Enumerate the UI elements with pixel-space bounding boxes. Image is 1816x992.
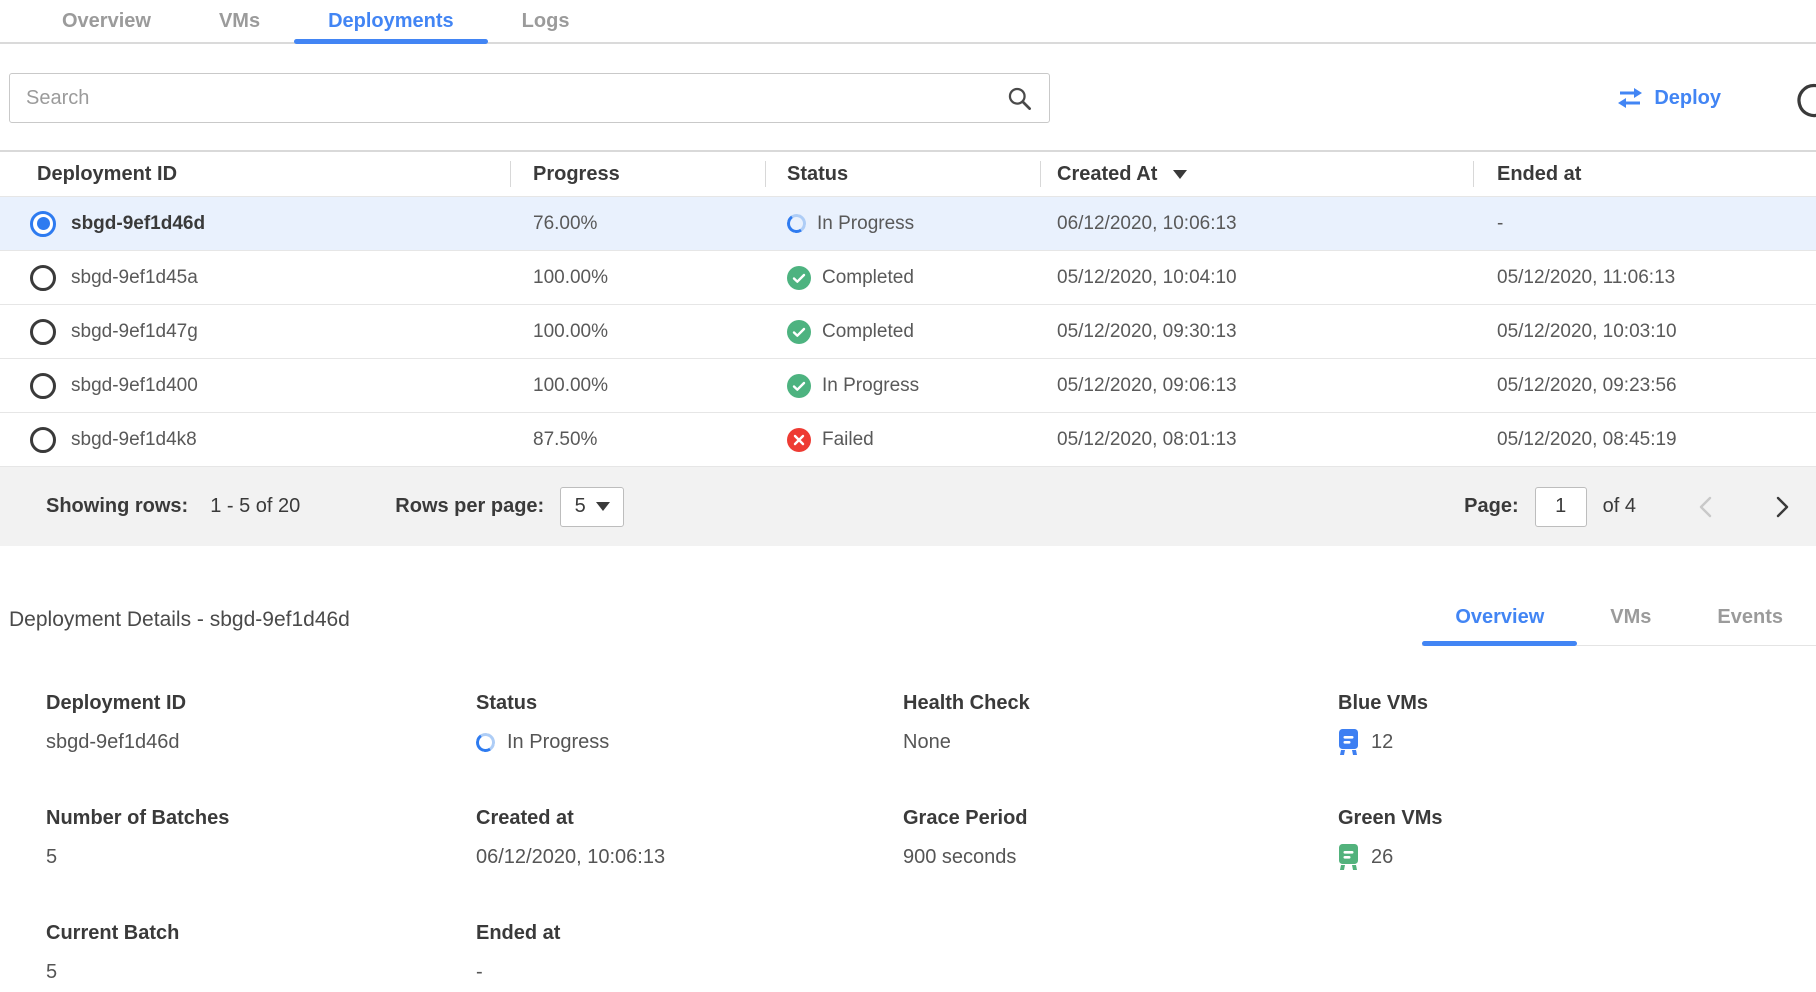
details-title: Deployment Details - sbgd-9ef1d46d (9, 608, 350, 646)
search-box[interactable] (9, 73, 1050, 123)
created-at-value: 05/12/2020, 08:01:13 (1040, 429, 1473, 451)
table-row[interactable]: sbgd-9ef1d47g 100.00% Completed 05/12/20… (0, 304, 1816, 358)
field-deployment-id: Deployment ID sbgd-9ef1d46d (46, 692, 476, 755)
ended-at-value: 05/12/2020, 08:45:19 (1473, 429, 1816, 451)
deployment-id: sbgd-9ef1d46d (71, 213, 205, 235)
chevron-left-icon (1698, 495, 1713, 519)
refresh-icon[interactable] (1794, 81, 1816, 121)
deployment-id: sbgd-9ef1d45a (71, 267, 198, 289)
deployment-id: sbgd-9ef1d4k8 (71, 429, 197, 451)
table-row[interactable]: sbgd-9ef1d46d 76.00% In Progress 06/12/2… (0, 196, 1816, 250)
details-tab-events[interactable]: Events (1684, 606, 1816, 645)
progress-value: 76.00% (510, 213, 765, 235)
column-header-created-at[interactable]: Created At (1040, 152, 1473, 196)
in-progress-spinner-icon (785, 212, 807, 234)
created-at-value: 05/12/2020, 10:04:10 (1040, 267, 1473, 289)
table-row[interactable]: sbgd-9ef1d4k8 87.50% Failed 05/12/2020, … (0, 412, 1816, 466)
rows-per-page-value: 5 (575, 495, 586, 518)
completed-check-icon (787, 266, 811, 290)
status-label: Completed (822, 267, 914, 289)
main-tabbar: Overview VMs Deployments Logs (0, 0, 1816, 44)
field-green-vms: Green VMs 26 (1338, 807, 1816, 870)
failed-x-icon (787, 428, 811, 452)
completed-check-icon (787, 320, 811, 344)
field-blue-vms: Blue VMs 12 (1338, 692, 1816, 755)
column-header-progress[interactable]: Progress (510, 152, 765, 196)
deployment-id: sbgd-9ef1d400 (71, 375, 198, 397)
completed-check-icon (787, 374, 811, 398)
deploy-button[interactable]: Deploy (1616, 87, 1721, 110)
page-label: Page: (1464, 495, 1518, 518)
search-icon (1006, 85, 1033, 112)
details-grid: Deployment ID sbgd-9ef1d46d Status In Pr… (0, 692, 1816, 985)
tab-deployments[interactable]: Deployments (294, 0, 488, 42)
sort-caret-down-icon[interactable] (1173, 170, 1187, 179)
row-radio-selected[interactable] (30, 211, 56, 237)
rows-per-page-select[interactable]: 5 (560, 487, 624, 527)
field-current-batch: Current Batch 5 (46, 922, 476, 985)
caret-down-icon (596, 502, 610, 511)
column-header-deployment-id[interactable]: Deployment ID (0, 152, 510, 196)
created-at-value: 05/12/2020, 09:30:13 (1040, 321, 1473, 343)
status-label: In Progress (817, 213, 914, 235)
progress-value: 100.00% (510, 321, 765, 343)
previous-page-button[interactable] (1698, 495, 1713, 519)
in-progress-spinner-icon (474, 731, 496, 753)
column-header-ended-at[interactable]: Ended at (1473, 152, 1816, 196)
row-radio[interactable] (30, 373, 56, 399)
chevron-right-icon (1775, 495, 1790, 519)
ended-at-value: 05/12/2020, 09:23:56 (1473, 375, 1816, 397)
field-health-check: Health Check None (903, 692, 1338, 755)
page-number-input[interactable] (1535, 487, 1587, 527)
deployment-details-section: Deployment Details - sbgd-9ef1d46d Overv… (0, 606, 1816, 985)
showing-rows-label: Showing rows: (46, 495, 188, 518)
progress-value: 100.00% (510, 375, 765, 397)
status-label: In Progress (822, 375, 919, 397)
ended-at-value: - (1473, 213, 1816, 235)
search-input[interactable] (26, 87, 1006, 110)
table-footer: Showing rows: 1 - 5 of 20 Rows per page:… (0, 466, 1816, 546)
deployment-id: sbgd-9ef1d47g (71, 321, 198, 343)
toolbar: Deploy (9, 73, 1816, 123)
deploy-button-label: Deploy (1654, 87, 1721, 110)
next-page-button[interactable] (1775, 495, 1790, 519)
ended-at-value: 05/12/2020, 11:06:13 (1473, 267, 1816, 289)
progress-value: 100.00% (510, 267, 765, 289)
blue-vm-server-icon (1338, 729, 1359, 755)
table-row[interactable]: sbgd-9ef1d400 100.00% In Progress 05/12/… (0, 358, 1816, 412)
row-radio[interactable] (30, 427, 56, 453)
status-label: Failed (822, 429, 874, 451)
column-header-status[interactable]: Status (765, 152, 1040, 196)
progress-value: 87.50% (510, 429, 765, 451)
created-at-value: 05/12/2020, 09:06:13 (1040, 375, 1473, 397)
field-grace-period: Grace Period 900 seconds (903, 807, 1338, 870)
tab-vms[interactable]: VMs (185, 0, 294, 42)
tab-overview[interactable]: Overview (28, 0, 185, 42)
details-tab-overview[interactable]: Overview (1422, 606, 1577, 645)
status-label: Completed (822, 321, 914, 343)
green-vm-server-icon (1338, 844, 1359, 870)
rows-per-page-label: Rows per page: (395, 495, 544, 518)
table-header: Deployment ID Progress Status Created At… (0, 150, 1816, 196)
created-at-value: 06/12/2020, 10:06:13 (1040, 213, 1473, 235)
field-number-of-batches: Number of Batches 5 (46, 807, 476, 870)
page-total: of 4 (1603, 495, 1636, 518)
tab-logs[interactable]: Logs (488, 0, 604, 42)
field-status: Status In Progress (476, 692, 903, 755)
details-tab-vms[interactable]: VMs (1577, 606, 1684, 645)
field-created-at: Created at 06/12/2020, 10:06:13 (476, 807, 903, 870)
row-radio[interactable] (30, 265, 56, 291)
showing-rows-value: 1 - 5 of 20 (210, 495, 300, 518)
field-ended-at: Ended at - (476, 922, 903, 985)
table-row[interactable]: sbgd-9ef1d45a 100.00% Completed 05/12/20… (0, 250, 1816, 304)
details-tabbar: Overview VMs Events (1422, 606, 1816, 646)
deployments-table: Deployment ID Progress Status Created At… (0, 150, 1816, 546)
ended-at-value: 05/12/2020, 10:03:10 (1473, 321, 1816, 343)
swap-arrows-icon (1616, 87, 1644, 109)
row-radio[interactable] (30, 319, 56, 345)
